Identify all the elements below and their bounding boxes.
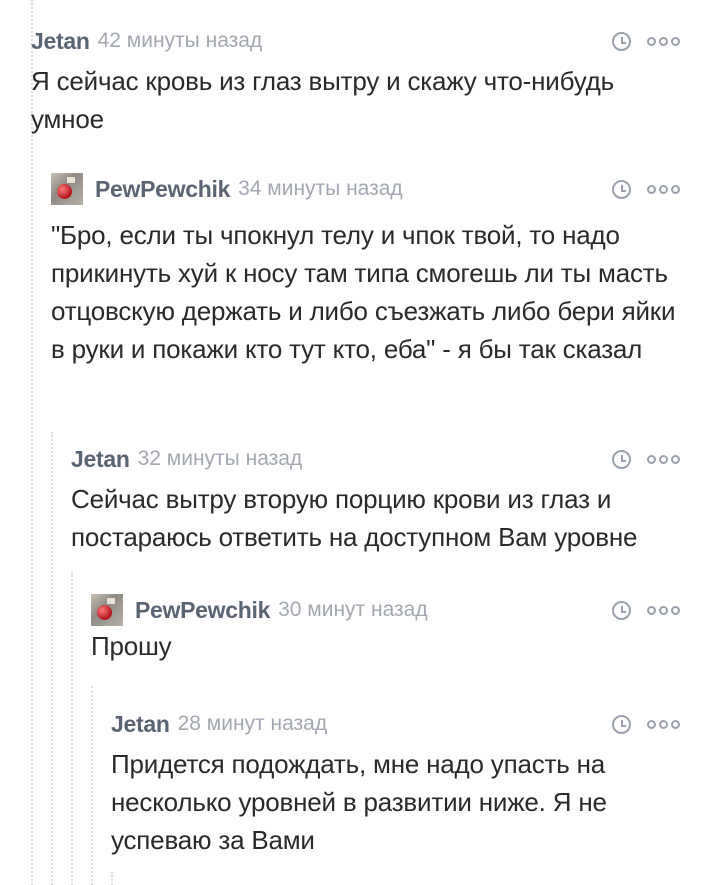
comment-actions (612, 446, 680, 472)
comment-text: Прошу (91, 631, 172, 661)
avatar[interactable] (51, 173, 83, 205)
comment-actions (612, 28, 680, 54)
comment-header: PewPewchik 34 минуты назад (51, 173, 680, 205)
thread-line-level-3 (71, 572, 73, 885)
comment: Jetan 32 минуты назад Сейчас вытру втору… (71, 446, 680, 556)
clock-icon[interactable] (612, 600, 631, 620)
author-name[interactable]: PewPewchik (135, 597, 270, 624)
comment-time[interactable]: 30 минут назад (278, 598, 428, 622)
author-name[interactable]: Jetan (31, 28, 90, 55)
comment-time[interactable]: 42 минуты назад (98, 29, 263, 53)
author-name[interactable]: Jetan (71, 446, 130, 473)
thread-line-level-5 (111, 872, 113, 885)
comment-text: Я сейчас кровь из глаз вытру и скажу что… (31, 66, 614, 134)
comment-header: Jetan 32 минуты назад (71, 446, 680, 472)
author-name[interactable]: Jetan (111, 711, 170, 738)
comment-header: Jetan 28 минут назад (111, 711, 680, 737)
comment-actions (612, 597, 680, 623)
clock-icon[interactable] (612, 31, 631, 51)
thread-line-level-4 (91, 686, 93, 885)
comment-time[interactable]: 34 минуты назад (238, 177, 403, 201)
comment: PewPewchik 30 минут назад Прошу (91, 594, 680, 665)
comment-time[interactable]: 32 минуты назад (138, 447, 303, 471)
comment-text: Придется подождать, мне надо упасть на н… (111, 749, 607, 855)
comment-header: PewPewchik 30 минут назад (91, 594, 680, 626)
comment-actions (612, 176, 680, 202)
more-dots-icon[interactable] (647, 36, 680, 46)
author-name[interactable]: PewPewchik (95, 176, 230, 203)
comment-header: Jetan 42 минуты назад (31, 28, 680, 54)
comment: Jetan 28 минут назад Придется подождать,… (111, 711, 680, 859)
clock-icon[interactable] (612, 714, 631, 734)
comment-actions (612, 711, 680, 737)
avatar[interactable] (91, 594, 123, 626)
comment-time[interactable]: 28 минут назад (178, 712, 328, 736)
comment-text: "Бро, если ты чпокнул телу и чпок твой, … (51, 220, 676, 364)
clock-icon[interactable] (612, 449, 631, 469)
thread-line-level-2 (51, 432, 53, 885)
clock-icon[interactable] (612, 179, 631, 199)
comment-text: Сейчас вытру вторую порцию крови из глаз… (71, 484, 638, 552)
more-dots-icon[interactable] (647, 184, 680, 194)
more-dots-icon[interactable] (647, 719, 680, 729)
more-dots-icon[interactable] (647, 605, 680, 615)
comment: PewPewchik 34 минуты назад "Бро, если ты… (51, 173, 680, 368)
comment: Jetan 42 минуты назад Я сейчас кровь из … (31, 28, 680, 138)
more-dots-icon[interactable] (647, 454, 680, 464)
